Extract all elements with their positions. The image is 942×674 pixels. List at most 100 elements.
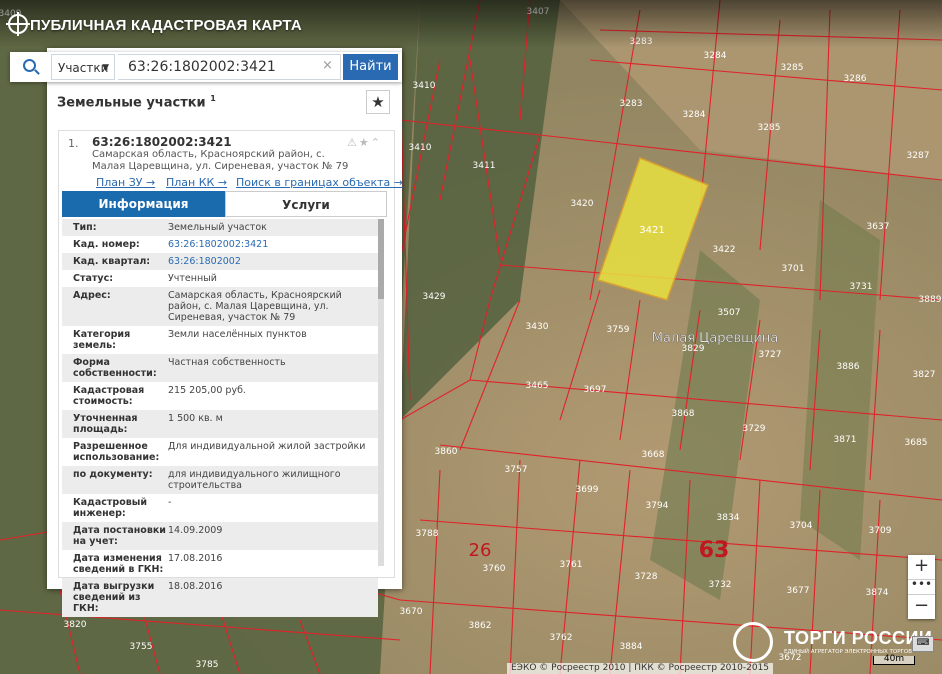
village-label: Малая Царевщина (652, 331, 779, 346)
search-icon[interactable] (10, 52, 48, 82)
svg-text:3284: 3284 (683, 110, 706, 120)
svg-text:3411: 3411 (473, 161, 496, 171)
watermark-title: ТОРГИ РОССИИ (784, 628, 933, 648)
svg-text:3889: 3889 (919, 295, 942, 305)
result-index: 1. (68, 137, 79, 150)
svg-text:3728: 3728 (635, 572, 658, 582)
search-in-bounds-link[interactable]: Поиск в границах объекта → (236, 176, 403, 189)
collapse-icon[interactable]: ⌃ (371, 136, 382, 149)
attr-row-cad-number: Кад. номер: 63:26:1802002:3421 (62, 236, 378, 253)
attr-value-link[interactable]: 63:26:1802002:3421 (168, 239, 373, 250)
attr-value: Самарская область, Красноярский район, с… (168, 290, 342, 323)
svg-text:3709: 3709 (869, 526, 892, 536)
zoom-control: + ••• − (908, 555, 935, 619)
svg-text:3868: 3868 (672, 409, 695, 419)
search-input[interactable]: 63:26:1802002:3421 (118, 54, 341, 80)
attr-row-registration-date: Дата постановки на учет:14.09.2009 (62, 522, 378, 550)
svg-text:3507: 3507 (718, 308, 741, 318)
favorites-button[interactable]: ★ (366, 90, 390, 114)
star-outline-icon[interactable]: ★ (359, 136, 371, 149)
svg-text:3430: 3430 (526, 322, 549, 332)
attr-label: Кадастровый инженер: (73, 497, 147, 519)
attr-row-land-category: Категория земель: Земли населённых пункто… (62, 326, 378, 354)
zoom-levels-button[interactable]: ••• (908, 578, 935, 595)
map-scale: 40m (873, 655, 915, 665)
attr-label: Кадастровая стоимость: (73, 385, 145, 407)
result-cadastral-number[interactable]: 63:26:1802002:3421 (92, 135, 232, 149)
find-button[interactable]: Найти (343, 54, 398, 80)
attr-label: Статус: (73, 273, 114, 284)
attr-row-engineer: Кадастровый инженер: - (62, 494, 378, 522)
attr-label: Дата постановки на учет: (73, 525, 166, 547)
attr-label: Кад. квартал: (73, 256, 151, 267)
search-bar: Участки ▼ 63:26:1802002:3421 × Найти (10, 52, 402, 82)
svg-text:3465: 3465 (526, 381, 549, 391)
chevron-down-icon: ▼ (102, 63, 109, 73)
svg-text:3827: 3827 (913, 370, 936, 380)
app-title: ПУБЛИЧНАЯ КАДАСТРОВАЯ КАРТА (30, 17, 302, 34)
attr-value: Учтенный (168, 273, 217, 284)
svg-text:3287: 3287 (907, 151, 930, 161)
district-label-26: 26 (469, 540, 492, 561)
svg-text:3283: 3283 (620, 99, 643, 109)
svg-text:3871: 3871 (834, 435, 857, 445)
result-count: 1 (210, 94, 216, 103)
search-type-label: Участки (58, 61, 109, 75)
svg-text:3668: 3668 (642, 450, 665, 460)
attr-value: для индивидуального жилищного строительс… (168, 469, 341, 491)
svg-text:3285: 3285 (781, 63, 804, 73)
svg-text:3757: 3757 (505, 465, 528, 475)
svg-text:3420: 3420 (571, 199, 594, 209)
keyboard-icon[interactable]: ⌨ (912, 636, 934, 652)
attr-row-area: Уточненная площадь: 1 500 кв. м (62, 410, 378, 438)
attr-row-address: Адрес: Самарская область, Красноярский ра… (62, 287, 378, 326)
panel-title: Земельные участки 1 (57, 94, 216, 110)
attr-value: 14.09.2009 (168, 525, 223, 536)
attr-row-ownership: Форма собственности: Частная собственност… (62, 354, 378, 382)
svg-text:3788: 3788 (416, 529, 439, 539)
svg-text:3762: 3762 (550, 633, 573, 643)
attr-label: Разрешенное использование: (73, 441, 160, 463)
svg-text:3760: 3760 (483, 564, 506, 574)
attributes-table: Тип: Земельный участок Кад. номер: 63:26:1… (62, 219, 378, 617)
attr-label: Адрес: (73, 290, 111, 301)
attr-row-export-date: Дата выгрузки сведений из ГКН: 18.08.2016 (62, 578, 378, 617)
svg-text:3699: 3699 (576, 485, 599, 495)
attr-row-status: Статус: Учтенный (62, 270, 378, 287)
attr-value: 17.08.2016 (168, 553, 223, 564)
svg-text:3731: 3731 (850, 282, 873, 292)
clear-icon[interactable]: × (322, 58, 333, 73)
search-type-select[interactable]: Участки ▼ (51, 54, 115, 80)
tab-services[interactable]: Услуги (225, 191, 387, 217)
svg-text:3284: 3284 (704, 51, 727, 61)
attr-label: по документу: (73, 469, 153, 480)
attr-value-link[interactable]: 63:26:1802002 (168, 256, 373, 267)
plan-kk-link[interactable]: План КК → (166, 176, 227, 189)
attr-value: Для индивидуальной жилой застройки (168, 441, 366, 452)
svg-text:3410: 3410 (413, 81, 436, 91)
attr-value: 1 500 кв. м (168, 413, 223, 424)
svg-text:3759: 3759 (607, 325, 630, 335)
attr-row-change-date: Дата изменения сведений в ГКН: 17.08.2016 (62, 550, 378, 578)
tab-info[interactable]: Информация (62, 191, 225, 217)
district-label-63: 63 (699, 538, 730, 563)
attributes-scrollbar[interactable] (378, 219, 384, 566)
selected-parcel-label: 3421 (639, 225, 664, 236)
svg-text:3704: 3704 (790, 521, 813, 531)
star-icon: ★ (371, 93, 385, 111)
attr-label: Тип: (73, 222, 97, 233)
svg-text:3697: 3697 (584, 385, 607, 395)
svg-text:3884: 3884 (620, 642, 643, 652)
zoom-out-button[interactable]: − (908, 595, 935, 619)
warning-icon[interactable]: ⚠ (347, 136, 359, 149)
map-copyright: ЕЭКО © Росреестр 2010 | ПКК © Росреестр … (507, 663, 774, 674)
attr-value: 215 205,00 руб. (168, 385, 246, 396)
svg-text:3820: 3820 (64, 620, 87, 630)
scrollbar-thumb[interactable] (378, 219, 384, 299)
svg-text:3794: 3794 (646, 501, 669, 511)
attr-label: Форма собственности: (73, 357, 157, 379)
plan-zu-link[interactable]: План ЗУ → (96, 176, 155, 189)
svg-text:3286: 3286 (844, 74, 867, 84)
zoom-in-button[interactable]: + (908, 555, 935, 579)
app-logo-icon[interactable] (6, 12, 30, 36)
